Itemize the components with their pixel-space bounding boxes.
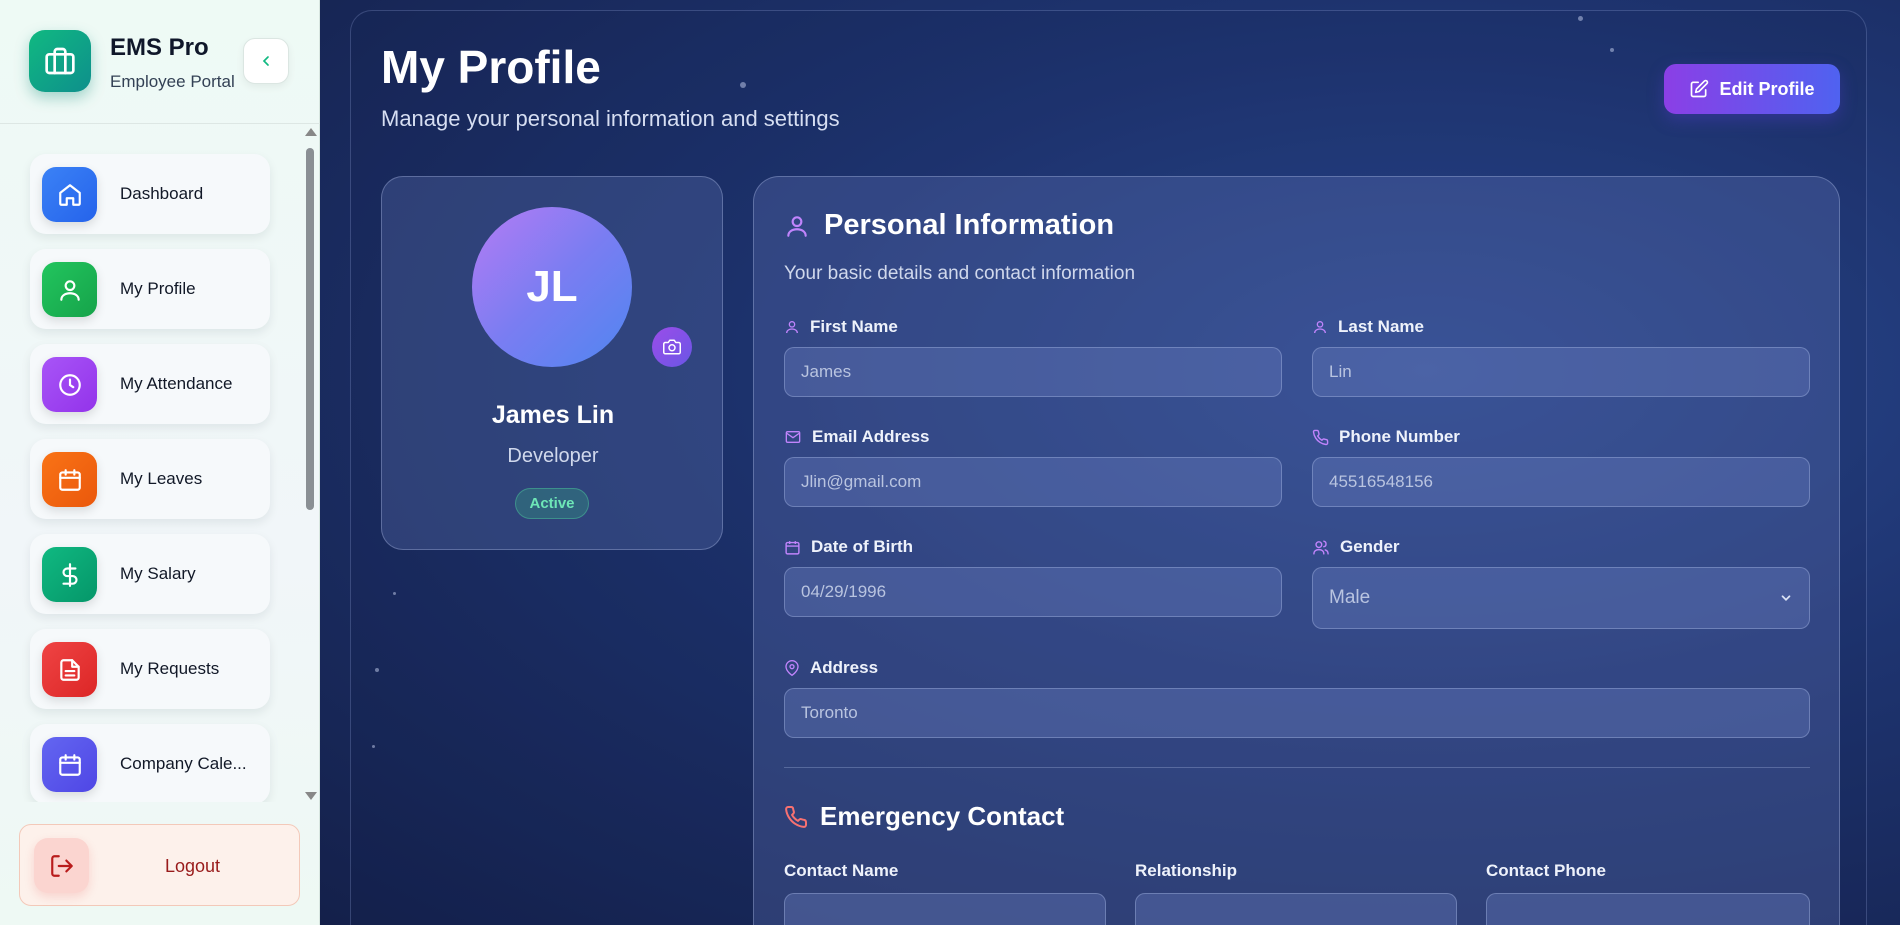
logout-icon: [34, 838, 89, 893]
dollar-icon: [42, 547, 97, 602]
gender-select[interactable]: Male: [1312, 567, 1810, 629]
sidebar-item-dashboard[interactable]: Dashboard: [30, 154, 270, 234]
sidebar-item-label: My Attendance: [120, 374, 233, 393]
sidebar-item-my-profile[interactable]: My Profile: [30, 249, 270, 329]
profile-card: JL James Lin Developer Active: [381, 176, 723, 550]
user-icon: [787, 215, 807, 237]
gender-label: Gender: [1312, 537, 1400, 557]
avatar: JL: [472, 207, 632, 367]
user-icon: [1314, 321, 1326, 334]
phone-icon: [1312, 429, 1329, 445]
page-subtitle: Manage your personal information and set…: [381, 106, 840, 131]
section-subtitle: Your basic details and contact informati…: [784, 263, 1136, 284]
brand-subtitle: Employee Portal: [110, 72, 235, 91]
chevron-left-icon: [262, 56, 269, 66]
sidebar-item-label: My Salary: [120, 564, 196, 583]
home-icon: [42, 167, 97, 222]
sidebar: EMS Pro Employee Portal Dashboard My Pro…: [0, 0, 320, 925]
email-label: Email Address: [784, 427, 929, 447]
sidebar-item-my-requests[interactable]: My Requests: [30, 629, 270, 709]
scroll-thumb[interactable]: [306, 148, 314, 510]
relationship-field[interactable]: [1135, 893, 1457, 925]
document-icon: [42, 642, 97, 697]
email-field[interactable]: Jlin@gmail.com: [784, 457, 1282, 507]
dob-field[interactable]: 04/29/1996: [784, 567, 1282, 617]
profile-name: James Lin: [491, 401, 615, 429]
clock-icon: [42, 357, 97, 412]
contact-phone-label: Contact Phone: [1486, 861, 1606, 880]
emergency-contact-heading: Emergency Contact: [784, 801, 1064, 832]
sidebar-item-label: My Requests: [120, 659, 220, 678]
address-label: Address: [784, 658, 878, 678]
page-title: My Profile: [381, 41, 601, 93]
edit-icon: [1691, 79, 1709, 98]
section-title-text: Emergency Contact: [820, 801, 1065, 831]
sidebar-item-my-attendance[interactable]: My Attendance: [30, 344, 270, 424]
address-field[interactable]: Toronto: [784, 688, 1810, 738]
sidebar-item-my-leaves[interactable]: My Leaves: [30, 439, 270, 519]
map-pin-icon: [785, 660, 799, 677]
sidebar-item-my-salary[interactable]: My Salary: [30, 534, 270, 614]
personal-information-card: Personal Information Your basic details …: [753, 176, 1840, 925]
calendar-icon: [42, 737, 97, 792]
section-divider: [784, 767, 1810, 768]
main-content: My Profile Manage your personal informat…: [320, 0, 1900, 925]
profile-role: Developer: [507, 445, 599, 467]
sidebar-item-label: My Profile: [120, 279, 196, 298]
status-badge: Active: [515, 488, 589, 519]
sidebar-scrollbar[interactable]: [303, 128, 317, 800]
camera-icon: [663, 339, 681, 355]
last-name-field[interactable]: Lin: [1312, 347, 1810, 397]
relationship-label: Relationship: [1135, 861, 1238, 880]
users-icon: [1313, 539, 1329, 555]
contact-name-label: Contact Name: [784, 861, 899, 880]
logout-label: Logout: [165, 856, 221, 876]
sidebar-item-label: My Leaves: [120, 469, 203, 488]
user-icon: [42, 262, 97, 317]
avatar-initials: JL: [526, 262, 578, 311]
scroll-up-arrow-icon[interactable]: [305, 128, 317, 136]
last-name-label: Last Name: [1312, 317, 1424, 337]
chevron-down-icon: [1781, 595, 1791, 601]
phone-icon: [785, 805, 808, 828]
scroll-down-arrow-icon[interactable]: [305, 792, 317, 800]
phone-field[interactable]: 45516548156: [1312, 457, 1810, 507]
calendar-icon: [785, 540, 800, 555]
contact-name-field[interactable]: [784, 893, 1106, 925]
edit-profile-label: Edit Profile: [1719, 78, 1815, 99]
dob-label: Date of Birth: [784, 537, 913, 557]
collapse-sidebar-button[interactable]: [243, 38, 289, 84]
personal-information-heading: Personal Information: [784, 209, 1114, 242]
brand-header: EMS Pro Employee Portal: [0, 0, 320, 124]
mail-icon: [785, 431, 801, 443]
gender-value: Male: [1329, 587, 1371, 608]
section-title-text: Personal Information: [824, 209, 1115, 241]
contact-phone-field[interactable]: [1486, 893, 1810, 925]
briefcase-icon: [29, 30, 91, 92]
first-name-label: First Name: [784, 317, 898, 337]
user-icon: [786, 321, 798, 334]
first-name-field[interactable]: James: [784, 347, 1282, 397]
change-photo-button[interactable]: [652, 327, 692, 367]
phone-label: Phone Number: [1312, 427, 1460, 447]
calendar-icon: [42, 452, 97, 507]
sidebar-item-label: Company Cale...: [120, 754, 247, 773]
logout-button[interactable]: Logout: [19, 824, 300, 906]
brand-title: EMS Pro: [110, 34, 209, 61]
edit-profile-button[interactable]: Edit Profile: [1664, 64, 1840, 114]
sidebar-nav: Dashboard My Profile My Attendance My Le…: [0, 124, 305, 802]
sidebar-item-company-calendar[interactable]: Company Cale...: [30, 724, 270, 802]
sidebar-item-label: Dashboard: [120, 184, 204, 203]
